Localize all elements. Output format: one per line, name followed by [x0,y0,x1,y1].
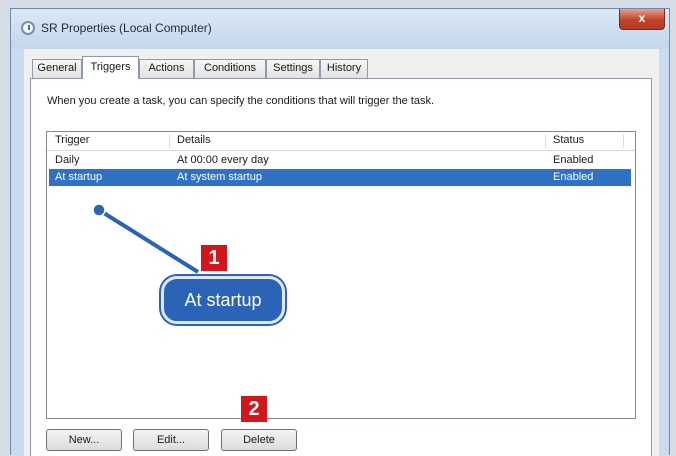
callout-connector [92,203,200,274]
callout-dot [92,203,106,217]
step-badge-1: 1 [201,245,227,271]
callout-line [97,208,200,274]
step-badge-2: 2 [241,396,267,422]
at-startup-callout: At startup [161,276,285,324]
